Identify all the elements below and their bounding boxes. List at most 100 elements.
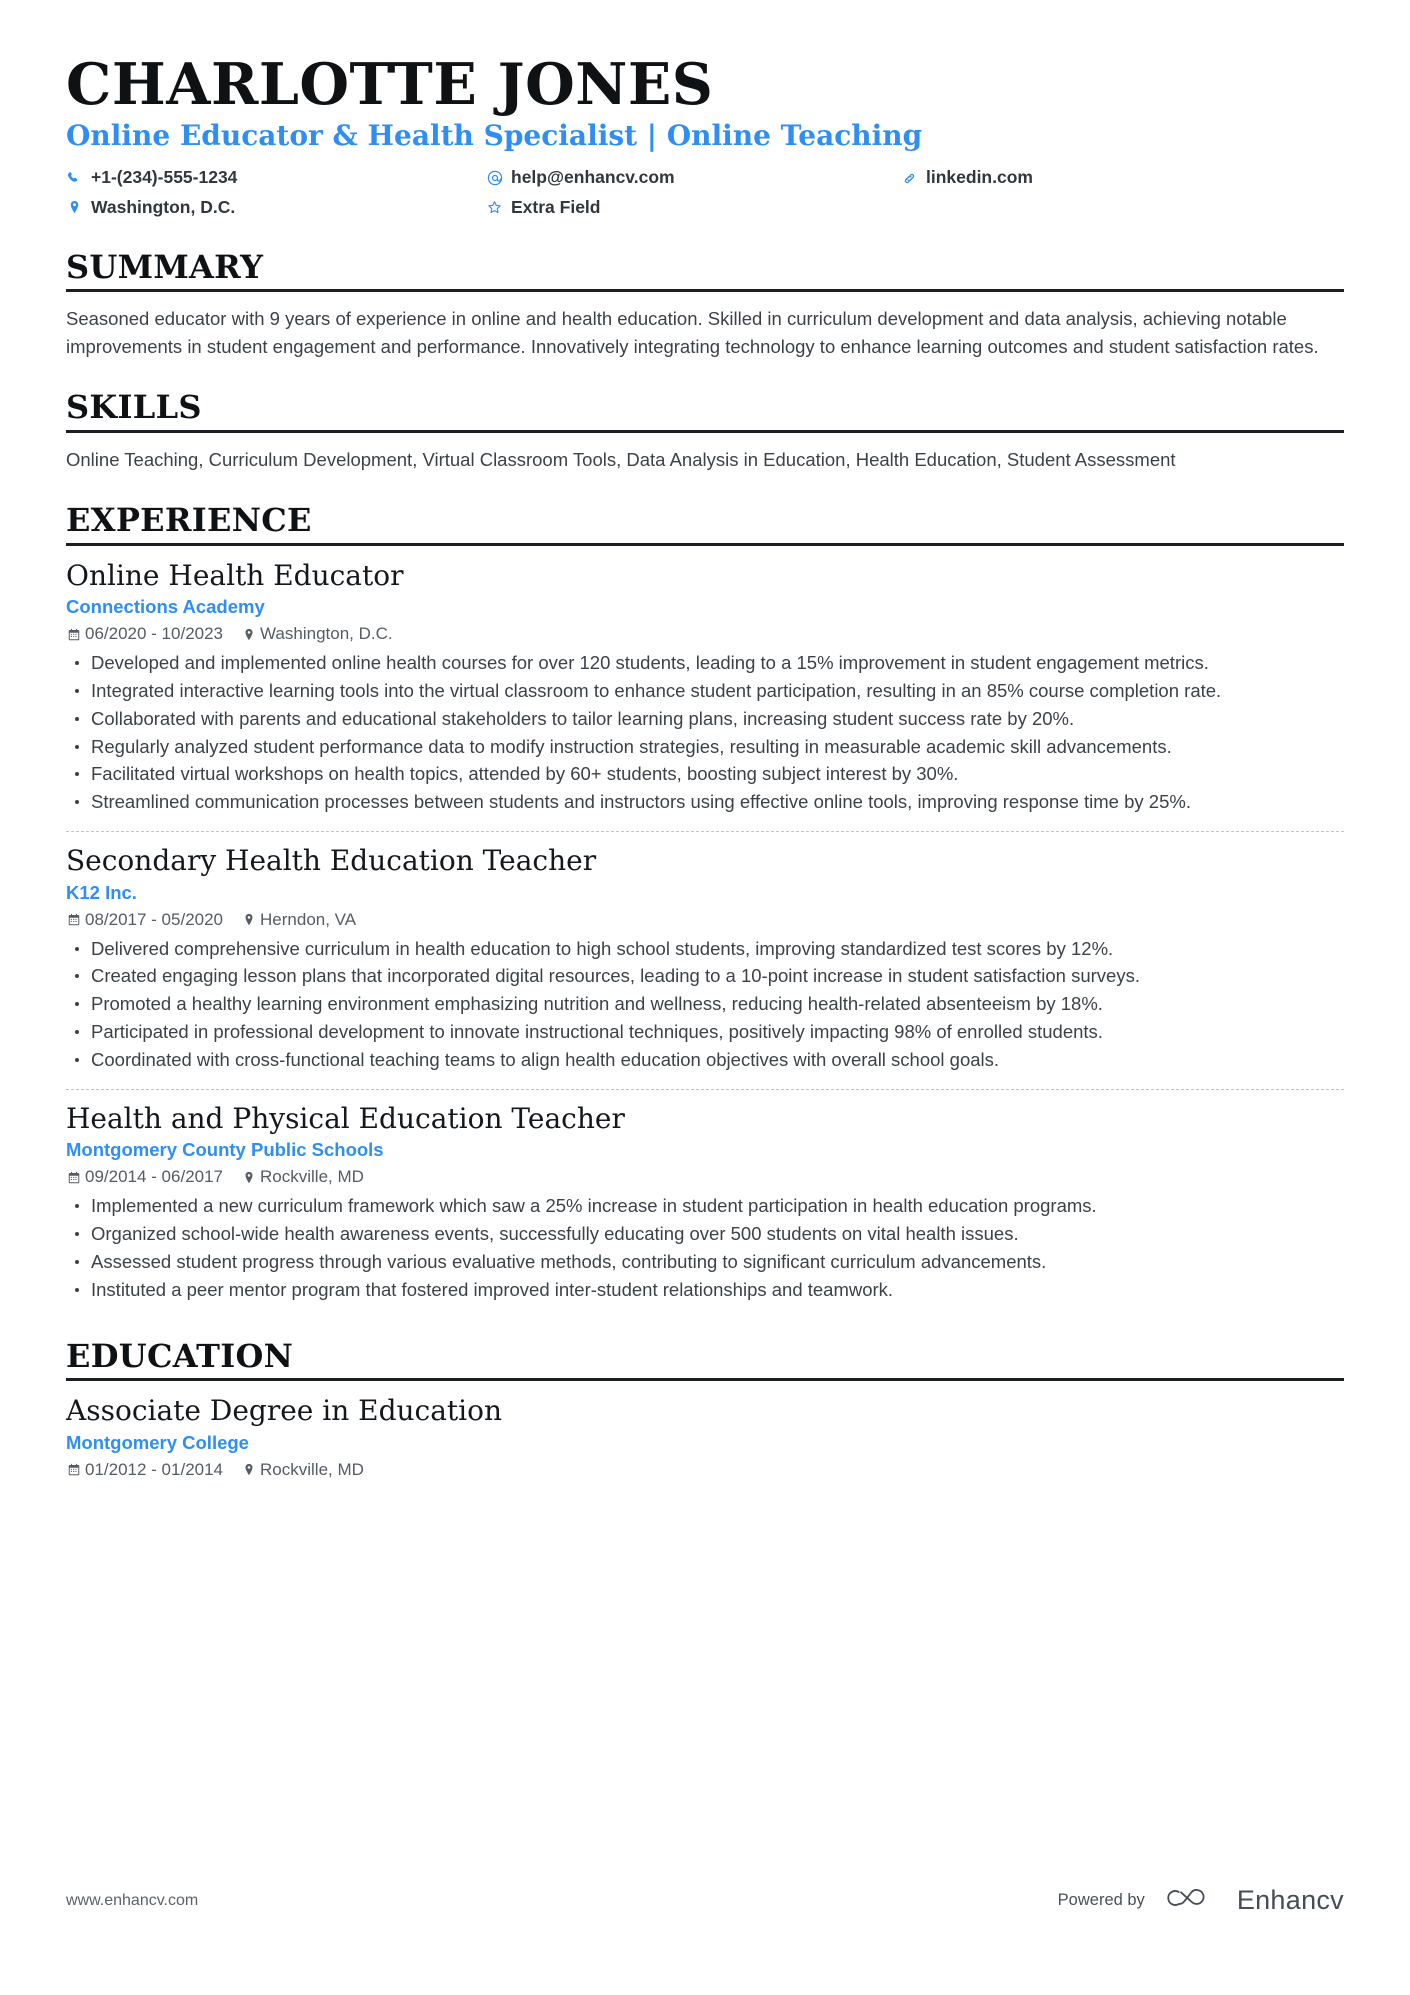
contact-linkedin[interactable]: linkedin.com: [901, 166, 1344, 190]
experience-entry-bullets: Implemented a new curriculum framework w…: [66, 1193, 1344, 1303]
bullet-item: Implemented a new curriculum framework w…: [66, 1193, 1344, 1220]
experience-entry: Secondary Health Education Teacher K12 In…: [66, 844, 1344, 1079]
resume-header: CHARLOTTE JONES Online Educator & Health…: [66, 51, 1344, 220]
education-entry: Associate Degree in Education Montgomery …: [66, 1394, 1344, 1490]
experience-entry-meta: 06/2020 - 10/2023 Washington, D.C.: [66, 623, 1344, 646]
enhancv-logo-icon: [1167, 1884, 1225, 1917]
bullet-item: Regularly analyzed student performance d…: [66, 734, 1344, 761]
bullet-item: Integrated interactive learning tools in…: [66, 678, 1344, 705]
experience-entry-organization[interactable]: Montgomery County Public Schools: [66, 1138, 1344, 1162]
contact-email-label: help@enhancv.com: [511, 167, 675, 188]
calendar-icon: [66, 913, 81, 928]
bullet-item: Created engaging lesson plans that incor…: [66, 963, 1344, 990]
bullet-item: Coordinated with cross-functional teachi…: [66, 1047, 1344, 1074]
entry-location: Rockville, MD: [241, 1166, 364, 1189]
contact-location-label: Washington, D.C.: [91, 196, 236, 217]
section-education-rule: [66, 1378, 1344, 1382]
entry-location: Washington, D.C.: [241, 623, 393, 646]
entry-location-label: Herndon, VA: [260, 909, 357, 929]
entry-location-label: Rockville, MD: [260, 1460, 364, 1479]
contact-phone-label: +1-(234)-555-1234: [91, 167, 238, 188]
experience-entry-list: Online Health Educator Connections Academ…: [66, 559, 1344, 1309]
experience-entry-title: Health and Physical Education Teacher: [66, 1101, 625, 1135]
experience-entry: Online Health Educator Connections Academ…: [66, 559, 1344, 821]
contact-location[interactable]: Washington, D.C.: [66, 196, 486, 220]
section-education: EDUCATION Associate Degree in Education M…: [66, 1336, 1344, 1490]
contact-extra-field[interactable]: Extra Field: [486, 196, 901, 220]
enhancv-brand: Enhancv: [1167, 1884, 1344, 1917]
entry-dates: 08/2017 - 05/2020: [66, 909, 223, 932]
contact-grid: +1-(234)-555-1234 help@enhancv.com linke…: [66, 166, 1344, 219]
experience-entry-meta: 08/2017 - 05/2020 Herndon, VA: [66, 909, 1344, 932]
entry-location: Herndon, VA: [241, 909, 356, 932]
summary-text: Seasoned educator with 9 years of experi…: [66, 308, 1319, 357]
education-entry-meta: 01/2012 - 01/2014 Rockville, MD: [66, 1459, 1344, 1482]
footer-url[interactable]: www.enhancv.com: [66, 1892, 198, 1910]
entry-dates: 09/2014 - 06/2017: [66, 1166, 223, 1189]
bullet-item: Streamlined communication processes betw…: [66, 789, 1344, 816]
footer-brand-group: Powered by Enhancv: [1058, 1884, 1344, 1917]
section-education-title: EDUCATION: [66, 1336, 294, 1375]
bullet-item: Participated in professional development…: [66, 1019, 1344, 1046]
experience-entry: Health and Physical Education Teacher Mon…: [66, 1102, 1344, 1309]
location-icon: [241, 1463, 256, 1478]
entry-dates-label: 08/2017 - 05/2020: [85, 909, 224, 929]
entry-dates-label: 01/2012 - 01/2014: [85, 1460, 224, 1479]
bullet-item: Facilitated virtual workshops on health …: [66, 761, 1344, 788]
skills-text: Online Teaching, Curriculum Development,…: [66, 448, 1176, 470]
candidate-name: CHARLOTTE JONES: [66, 51, 714, 118]
section-skills-title: SKILLS: [66, 387, 202, 426]
powered-by-label: Powered by: [1057, 1891, 1145, 1909]
calendar-icon: [66, 1170, 81, 1185]
star-icon: [486, 199, 503, 216]
contact-email[interactable]: help@enhancv.com: [486, 166, 901, 190]
resume-footer: www.enhancv.com Powered by Enhancv: [66, 1884, 1344, 1917]
section-summary-rule: [66, 289, 1344, 293]
experience-entry-organization[interactable]: Connections Academy: [66, 595, 1344, 619]
bullet-item: Collaborated with parents and educationa…: [66, 706, 1344, 733]
education-entry-list: Associate Degree in Education Montgomery …: [66, 1394, 1344, 1490]
experience-entry-organization[interactable]: K12 Inc.: [66, 881, 1344, 905]
section-experience-rule: [66, 542, 1344, 546]
phone-icon: [66, 170, 83, 187]
contact-phone[interactable]: +1-(234)-555-1234: [66, 166, 486, 190]
entry-location-label: Rockville, MD: [260, 1167, 364, 1187]
calendar-icon: [66, 627, 81, 642]
location-icon: [241, 913, 256, 928]
section-experience-title: EXPERIENCE: [66, 500, 312, 539]
entry-divider: [66, 831, 1344, 833]
experience-entry-meta: 09/2014 - 06/2017 Rockville, MD: [66, 1166, 1344, 1189]
bullet-item: Organized school-wide health awareness e…: [66, 1221, 1344, 1248]
contact-linkedin-label: linkedin.com: [926, 167, 1033, 188]
candidate-headline: Online Educator & Health Specialist | On…: [66, 119, 923, 153]
section-skills: SKILLS Online Teaching, Curriculum Devel…: [66, 387, 1344, 473]
entry-location: Rockville, MD: [241, 1459, 364, 1482]
bullet-item: Instituted a peer mentor program that fo…: [66, 1277, 1344, 1304]
contact-extra-field-label: Extra Field: [511, 196, 601, 217]
entry-divider: [66, 1088, 1344, 1090]
section-experience: EXPERIENCE Online Health Educator Connect…: [66, 500, 1344, 1309]
section-summary: SUMMARY Seasoned educator with 9 years o…: [66, 247, 1344, 360]
entry-dates: 06/2020 - 10/2023: [66, 623, 223, 646]
location-icon: [241, 627, 256, 642]
location-icon: [66, 199, 83, 216]
experience-entry-title: Online Health Educator: [66, 558, 404, 592]
bullet-item: Assessed student progress through variou…: [66, 1249, 1344, 1276]
section-skills-rule: [66, 429, 1344, 433]
education-entry-title: Associate Degree in Education: [66, 1394, 502, 1428]
email-icon: [486, 170, 503, 187]
location-icon: [241, 1170, 256, 1185]
calendar-icon: [66, 1463, 81, 1478]
entry-dates-label: 06/2020 - 10/2023: [85, 624, 224, 644]
entry-dates-label: 09/2014 - 06/2017: [85, 1167, 224, 1187]
section-summary-title: SUMMARY: [66, 247, 264, 286]
resume-page: CHARLOTTE JONES Online Educator & Health…: [0, 0, 1410, 1995]
education-entry-organization[interactable]: Montgomery College: [66, 1431, 1344, 1455]
link-icon: [901, 170, 918, 187]
bullet-item: Developed and implemented online health …: [66, 650, 1344, 677]
experience-entry-title: Secondary Health Education Teacher: [66, 844, 597, 878]
experience-entry-bullets: Developed and implemented online health …: [66, 650, 1344, 816]
experience-entry-bullets: Delivered comprehensive curriculum in he…: [66, 936, 1344, 1074]
entry-location-label: Washington, D.C.: [260, 624, 393, 644]
enhancv-wordmark: Enhancv: [1236, 1885, 1344, 1915]
